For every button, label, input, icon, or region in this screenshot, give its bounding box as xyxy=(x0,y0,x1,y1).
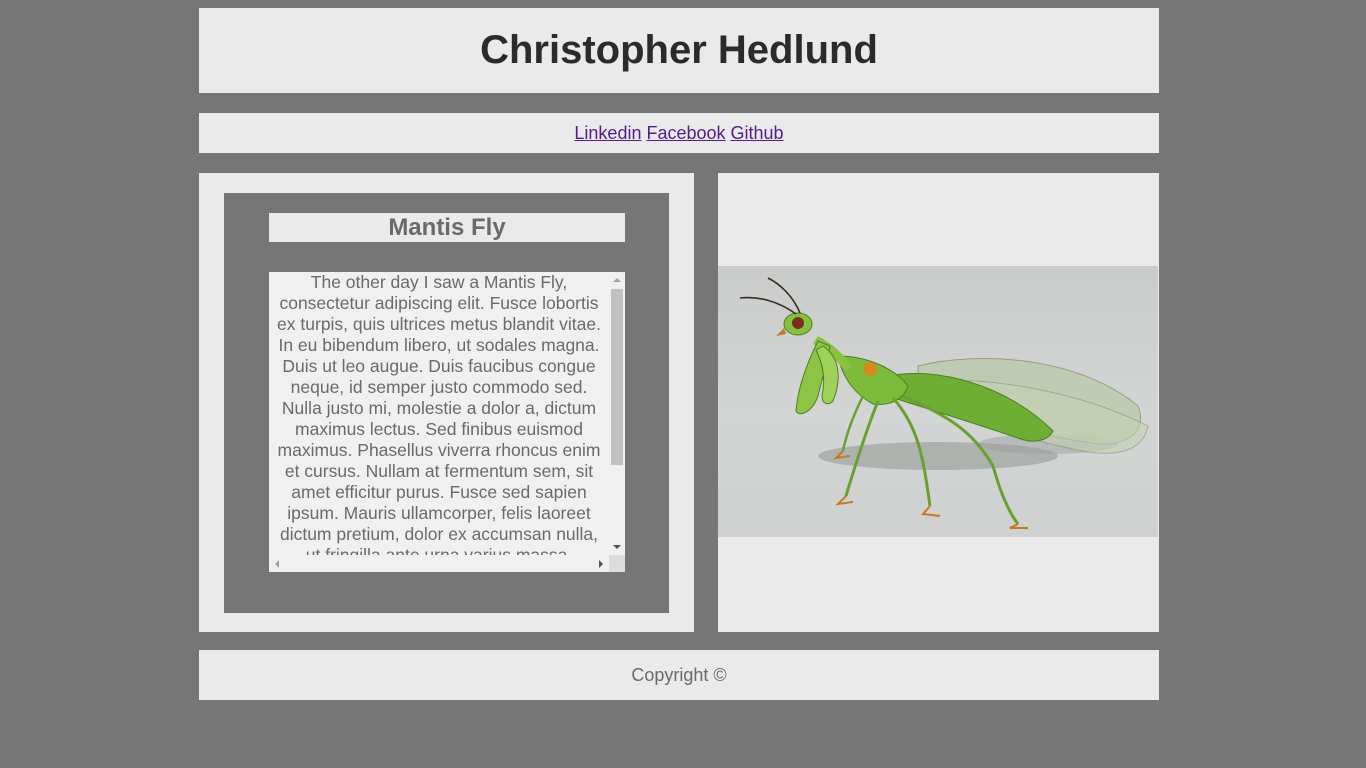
scrollbar-corner xyxy=(609,555,625,572)
image-panel xyxy=(718,173,1159,632)
article-panel: Mantis Fly The other day I saw a Mantis … xyxy=(199,173,694,632)
mantis-fly-illustration xyxy=(739,277,1149,529)
article-scroll-box[interactable]: The other day I saw a Mantis Fly, consec… xyxy=(269,272,625,572)
facebook-link[interactable]: Facebook xyxy=(646,123,725,144)
scroll-left-arrow-icon[interactable] xyxy=(275,560,279,568)
scroll-down-arrow-icon[interactable] xyxy=(613,545,621,549)
article-title: Mantis Fly xyxy=(269,213,625,242)
article-body: The other day I saw a Mantis Fly, consec… xyxy=(277,272,601,555)
copyright-text: Copyright © xyxy=(631,664,727,685)
scroll-up-arrow-icon[interactable] xyxy=(613,278,621,282)
horizontal-scrollbar[interactable] xyxy=(269,555,609,572)
page: Christopher Hedlund Linkedin Facebook Gi… xyxy=(0,0,1366,768)
article-frame: Mantis Fly The other day I saw a Mantis … xyxy=(224,193,669,613)
footer: Copyright © xyxy=(199,650,1159,700)
vertical-scroll-thumb[interactable] xyxy=(611,289,623,465)
github-link[interactable]: Github xyxy=(731,123,784,144)
social-nav: Linkedin Facebook Github xyxy=(199,113,1159,153)
header: Christopher Hedlund xyxy=(199,8,1159,93)
linkedin-link[interactable]: Linkedin xyxy=(574,123,641,144)
vertical-scrollbar[interactable] xyxy=(609,272,625,555)
mantis-fly-photo xyxy=(718,266,1158,537)
page-title: Christopher Hedlund xyxy=(480,28,878,72)
scroll-right-arrow-icon[interactable] xyxy=(599,560,603,568)
